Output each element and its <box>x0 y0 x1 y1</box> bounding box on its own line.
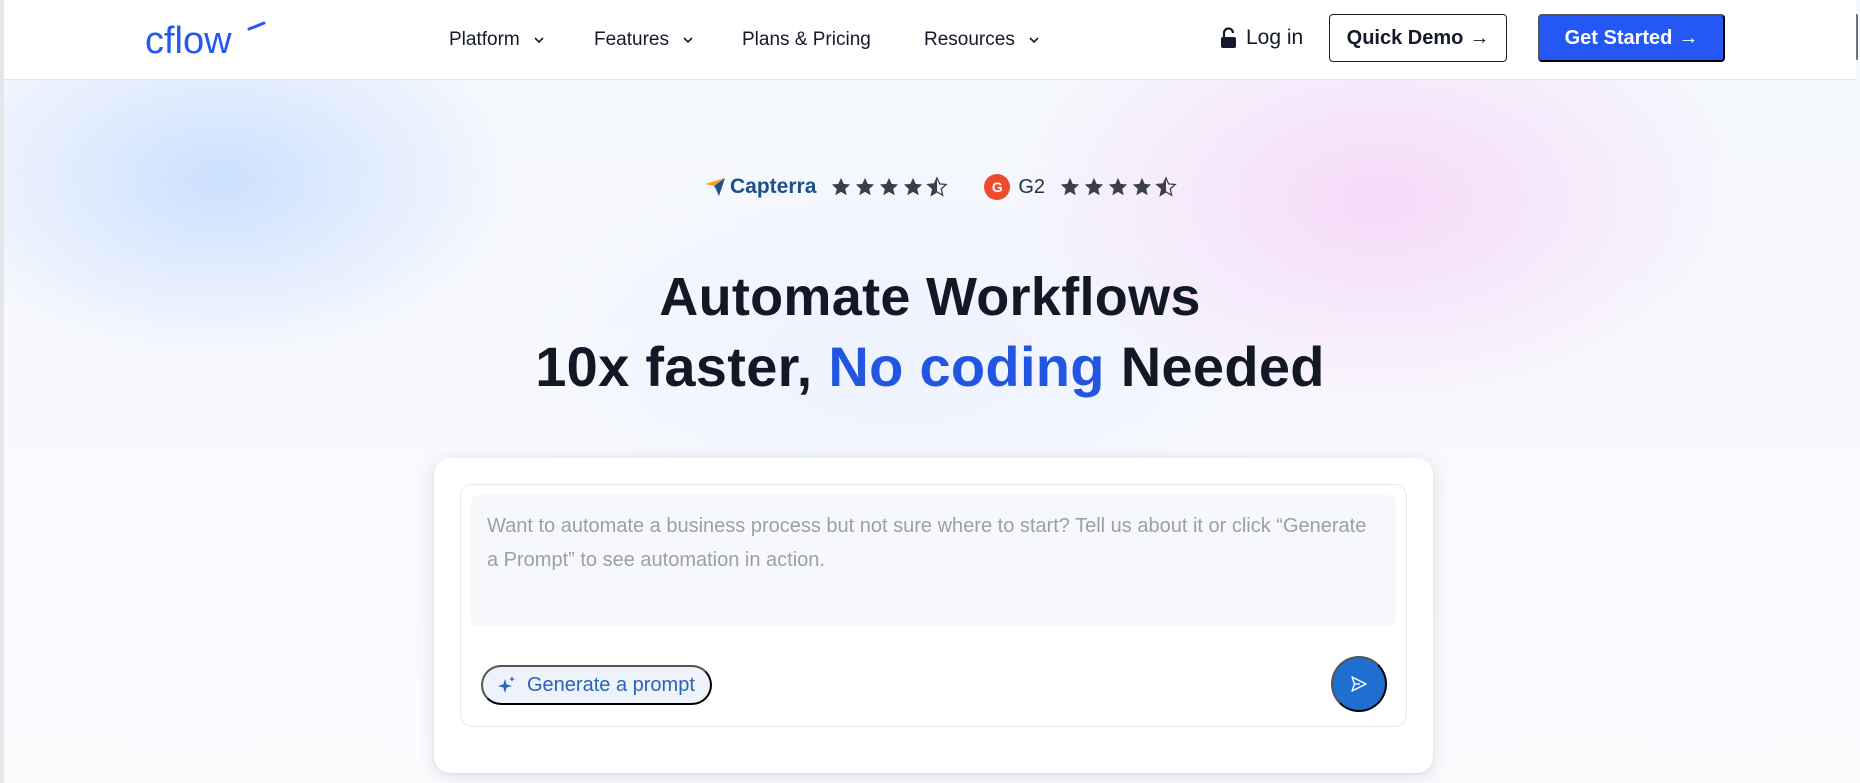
g2-badge: G G2 <box>984 174 1045 200</box>
hero-title-suffix: Needed <box>1120 335 1325 398</box>
star-icon <box>1132 177 1152 196</box>
star-icon <box>904 177 923 196</box>
capterra-stars <box>830 176 949 198</box>
capterra-logo-icon <box>705 178 725 196</box>
hero-title-line2: 10x faster, No coding Needed <box>0 334 1860 399</box>
capterra-badge: Capterra <box>704 175 816 199</box>
quick-demo-label: Quick Demo <box>1346 26 1464 49</box>
star-icon <box>1108 177 1128 196</box>
star-icon <box>880 177 899 196</box>
nav-item-plans-pricing[interactable]: Plans & Pricing <box>742 26 871 54</box>
g2-label: G2 <box>1018 175 1046 198</box>
nav-item-label: Features <box>594 29 669 50</box>
chevron-down-icon <box>1029 37 1039 44</box>
nav-item-features[interactable]: Features <box>594 26 695 54</box>
quick-demo-button[interactable]: Quick Demo → <box>1329 14 1507 62</box>
get-started-label: Get Started <box>1564 26 1673 49</box>
send-icon <box>1351 676 1367 692</box>
login-link[interactable]: Log in <box>1219 22 1303 54</box>
nav-item-label: Resources <box>924 29 1015 50</box>
top-navigation: cflow Platform Features Plans & Pricing … <box>4 0 1856 80</box>
nav-item-label: Plans & Pricing <box>742 29 871 50</box>
nav-item-platform[interactable]: Platform <box>449 26 546 54</box>
arrow-right-icon: → <box>1469 26 1490 49</box>
generate-prompt-button[interactable]: Generate a prompt <box>481 665 712 705</box>
arrow-right-icon: → <box>1678 26 1699 49</box>
star-icon <box>1060 177 1080 196</box>
star-icon <box>856 177 875 196</box>
get-started-button[interactable]: Get Started → <box>1538 14 1725 62</box>
capterra-label: Capterra <box>730 175 817 198</box>
star-half-icon <box>1155 176 1177 197</box>
hero-title-accent: No coding <box>828 335 1105 398</box>
cflow-logo[interactable]: cflow <box>145 20 267 62</box>
lock-icon <box>1221 27 1236 48</box>
star-icon <box>1084 177 1104 196</box>
chevron-down-icon <box>683 37 693 44</box>
sparkle-icon <box>498 676 515 693</box>
star-half-icon <box>926 176 949 197</box>
nav-item-resources[interactable]: Resources <box>924 26 1041 54</box>
login-label: Log in <box>1246 26 1304 49</box>
prompt-box: Generate a prompt <box>460 484 1407 727</box>
hero-title-line1: Automate Workflows <box>659 267 1201 327</box>
hero-title-prefix: 10x faster, <box>535 335 813 398</box>
g2-stars <box>1059 176 1177 198</box>
prompt-input[interactable] <box>471 495 1396 626</box>
prompt-card: Generate a prompt <box>434 458 1433 773</box>
send-button[interactable] <box>1331 656 1387 712</box>
generate-prompt-label: Generate a prompt <box>527 673 695 696</box>
nav-item-label: Platform <box>449 29 520 50</box>
logo-text: cflow <box>145 20 232 60</box>
g2-logo-icon: G <box>984 174 1011 200</box>
star-icon <box>832 177 851 196</box>
rating-badges: Capterra G G2 <box>704 172 1177 202</box>
chevron-down-icon <box>534 37 544 44</box>
